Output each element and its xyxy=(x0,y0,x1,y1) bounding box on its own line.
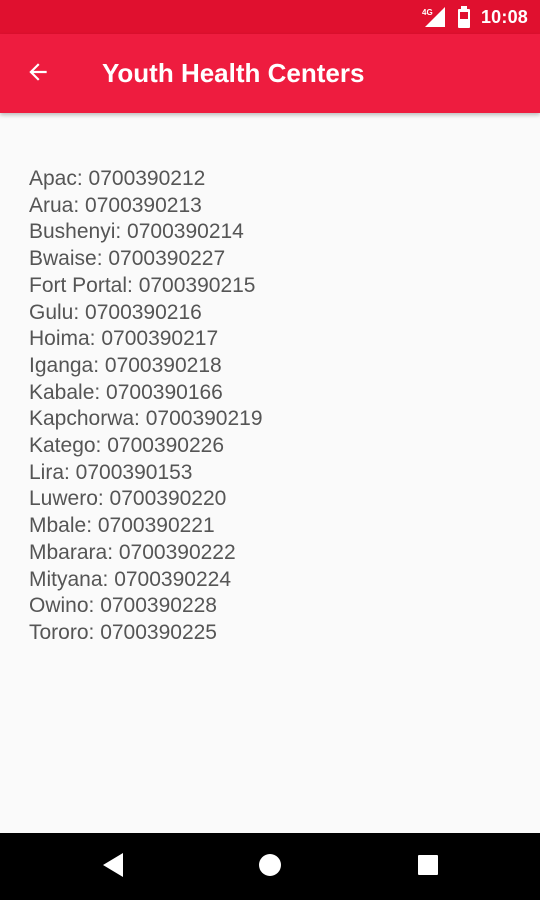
nav-recents-button[interactable] xyxy=(407,846,449,888)
list-item: Mbarara: 0700390222 xyxy=(29,540,236,564)
list-item: Hoima: 0700390217 xyxy=(29,327,219,351)
network-type-label: 4G xyxy=(422,8,433,17)
list-item: Luwero: 0700390220 xyxy=(29,487,227,511)
list-item: Gulu: 0700390216 xyxy=(29,300,202,324)
list-item: Fort Portal: 0700390215 xyxy=(29,273,256,297)
arrow-back-icon xyxy=(25,59,51,90)
nav-back-button[interactable] xyxy=(92,846,134,888)
list-item: Kabale: 0700390166 xyxy=(29,380,223,404)
battery-icon xyxy=(457,6,471,28)
list-item: Lira: 0700390153 xyxy=(29,460,193,484)
list-item: Kapchorwa: 0700390219 xyxy=(29,407,263,431)
list-item: Bwaise: 0700390227 xyxy=(29,247,226,271)
list-item: Iganga: 0700390218 xyxy=(29,353,222,377)
list-item: Apac: 0700390212 xyxy=(29,167,206,190)
page-title: Youth Health Centers xyxy=(102,58,365,88)
centers-list: Apac: 0700390212 Arua: 0700390213 Bushen… xyxy=(29,166,520,647)
list-item: Mbale: 0700390221 xyxy=(29,514,215,538)
status-bar: 4G 10:08 xyxy=(0,0,540,34)
list-item: Arua: 0700390213 xyxy=(29,193,202,217)
list-item: Tororo: 0700390225 xyxy=(29,620,217,644)
nav-home-button[interactable] xyxy=(249,846,291,888)
status-icons: 4G 10:08 xyxy=(421,0,528,34)
list-item: Owino: 0700390228 xyxy=(29,594,217,618)
back-button[interactable] xyxy=(16,52,60,96)
list-item: Katego: 0700390226 xyxy=(29,434,225,458)
back-triangle-icon xyxy=(101,852,125,883)
signal-icon: 4G xyxy=(421,6,447,28)
navigation-bar xyxy=(0,833,540,900)
app-bar: Youth Health Centers xyxy=(0,34,540,113)
recents-square-icon xyxy=(417,854,439,881)
home-circle-icon xyxy=(258,853,282,882)
list-item: Mityana: 0700390224 xyxy=(29,567,231,591)
list-item: Bushenyi: 0700390214 xyxy=(29,220,244,244)
status-time: 10:08 xyxy=(480,6,528,27)
